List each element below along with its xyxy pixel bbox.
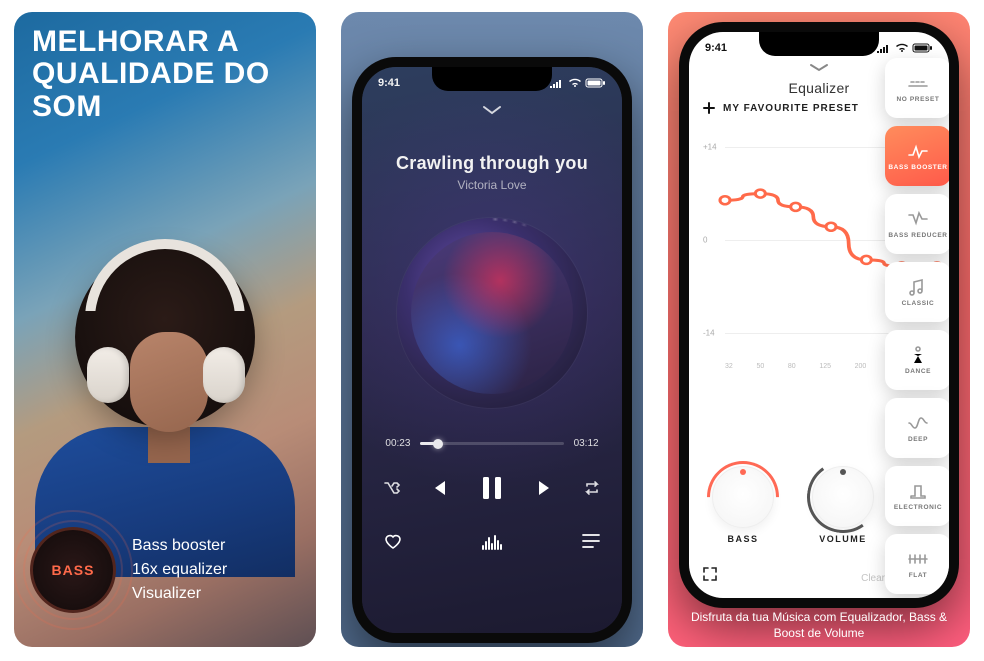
dance-icon [907,346,929,364]
promo-panel-equalizer: 9:41 Equalizer MY FAVOURITE PRESET +14 [668,12,970,647]
preset-label: ELECTRONIC [894,504,942,511]
electronic-icon [907,482,929,500]
preset-dance[interactable]: DANCE [885,330,951,390]
deep-icon [907,414,929,432]
player-controls [383,471,601,505]
bass-badge: BASS [30,527,116,613]
battery-icon [586,78,606,88]
clear-button[interactable]: Clear [861,573,885,584]
player-screen: 9:41 Crawling through you Victoria Love … [362,67,622,633]
status-icons [877,43,933,53]
preset-bass-reducer[interactable]: BASS REDUCER [885,194,951,254]
my-preset-label: MY FAVOURITE PRESET [723,103,859,114]
wifi-icon [568,78,582,88]
battery-icon [913,43,933,53]
phone-mock-player: 9:41 Crawling through you Victoria Love … [352,57,632,643]
seek-track[interactable] [420,442,563,445]
dials-row: BASS VOLUME [701,466,885,544]
x-label: 200 [855,363,867,370]
bass-badge-label: BASS [52,562,95,578]
no-preset-icon [907,74,929,92]
chevron-down-icon[interactable] [480,103,504,117]
status-bar: 9:41 [362,67,622,95]
volume-dial[interactable]: VOLUME [807,466,879,544]
bass-booster-icon [907,142,929,160]
y-label-mid: 0 [703,236,707,245]
previous-button[interactable] [427,477,449,499]
chevron-down-icon[interactable] [807,62,831,74]
volume-dial-label: VOLUME [819,534,867,544]
time-total: 03:12 [574,438,599,449]
next-button[interactable] [535,477,557,499]
plus-icon [703,102,715,114]
repeat-button[interactable] [583,479,601,497]
preset-deep[interactable]: DEEP [885,398,951,458]
preset-bass-booster[interactable]: BASS BOOSTER [885,126,951,186]
x-label: 50 [756,363,764,370]
song-title: Crawling through you [396,153,588,174]
x-label: 32 [725,363,733,370]
phone-notch [759,32,879,56]
song-artist: Victoria Love [457,178,526,192]
status-time: 9:41 [705,42,727,54]
y-label-top: +14 [703,143,717,152]
preset-label: DANCE [905,368,931,375]
progress-row: 00:23 03:12 [385,438,598,449]
promo-panel-player: 9:41 Crawling through you Victoria Love … [341,12,643,647]
preset-classic[interactable]: CLASSIC [885,262,951,322]
status-time: 9:41 [378,77,400,89]
classic-icon [907,278,929,296]
wifi-icon [895,43,909,53]
feature-equalizer: 16x equalizer [132,558,227,582]
shuffle-button[interactable] [383,479,401,497]
player-bottom-row [383,531,601,551]
promo-caption: Disfruta da tua Música com Equalizador, … [668,609,970,641]
x-label: 80 [788,363,796,370]
preset-label: NO PRESET [897,96,940,103]
status-icons [550,78,606,88]
bass-dial-label: BASS [727,534,758,544]
preset-label: CLASSIC [902,300,935,307]
signal-icon [550,78,564,88]
favorite-icon[interactable] [383,531,403,551]
preset-sidebar: NO PRESET BASS BOOSTER BASS REDUCER CLASSIC… [885,58,957,608]
signal-icon [877,43,891,53]
preset-hiphop[interactable]: HIPHOP [885,602,951,608]
playlist-icon[interactable] [581,533,601,549]
feature-visualizer: Visualizer [132,582,227,606]
preset-label: BASS BOOSTER [888,164,947,171]
preset-label: BASS REDUCER [888,232,947,239]
feature-list: Bass booster 16x equalizer Visualizer [132,534,227,606]
flat-icon [907,550,929,568]
bass-dial[interactable]: BASS [707,466,779,544]
feature-row: BASS Bass booster 16x equalizer Visualiz… [30,527,227,613]
play-pause-button[interactable] [475,471,509,505]
preset-electronic[interactable]: ELECTRONIC [885,466,951,526]
preset-label: FLAT [909,572,928,579]
time-elapsed: 00:23 [385,438,410,449]
phone-mock-equalizer: 9:41 Equalizer MY FAVOURITE PRESET +14 [679,22,959,608]
promo-panel-quality: MELHORAR A QUALIDADE DO SOM BASS Bass bo… [14,12,316,647]
x-label: 125 [819,363,831,370]
preset-flat[interactable]: FLAT [885,534,951,594]
equalizer-bars-icon[interactable] [481,532,503,550]
preset-label: DEEP [908,436,928,443]
feature-bass-booster: Bass booster [132,534,227,558]
bass-reducer-icon [907,210,929,228]
eq-footer: Clear [703,567,885,584]
promo-headline: MELHORAR A QUALIDADE DO SOM [32,26,316,123]
expand-icon[interactable] [703,567,717,584]
visualizer-ring [397,218,587,408]
album-art [411,232,573,394]
preset-no-preset[interactable]: NO PRESET [885,58,951,118]
y-label-bot: -14 [703,328,715,337]
